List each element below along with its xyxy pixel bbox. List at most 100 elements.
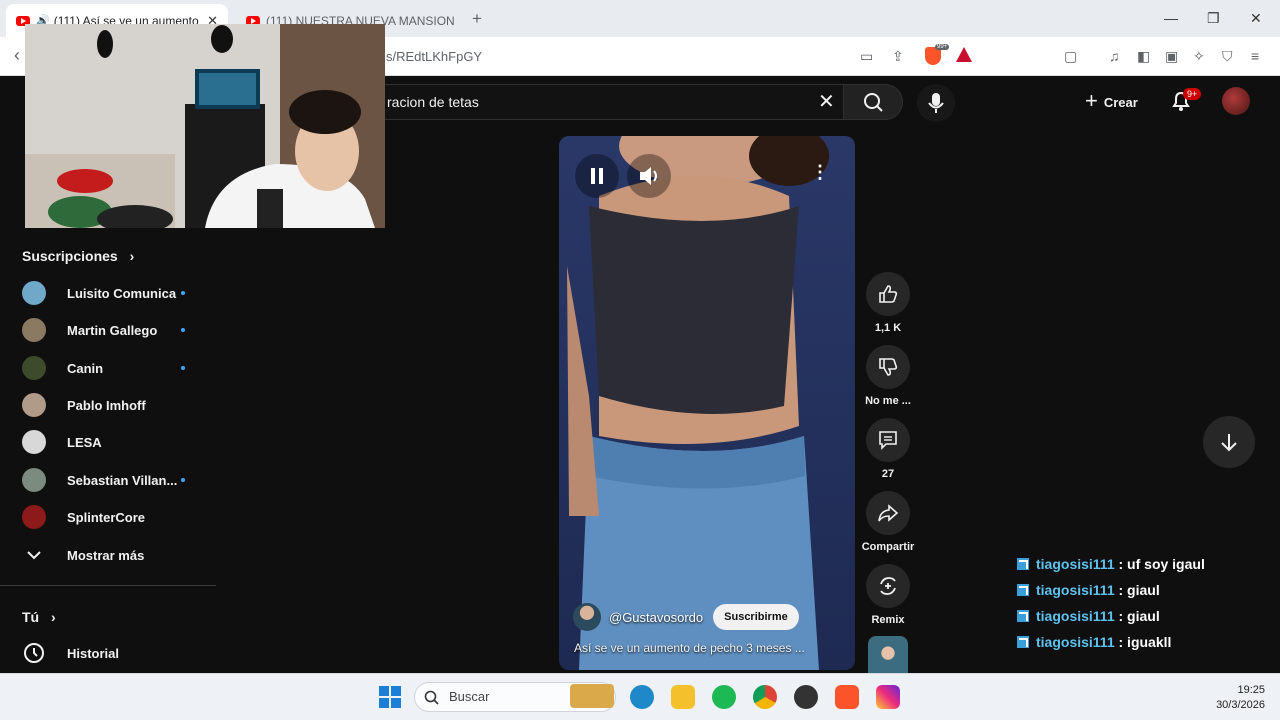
show-more-button[interactable]: Mostrar más (0, 537, 216, 573)
clear-search-icon[interactable]: ✕ (818, 89, 835, 114)
leo-ai-icon[interactable]: ✧ (1193, 48, 1205, 65)
chat-text: : giaul (1114, 582, 1160, 598)
chevron-right-icon: › (51, 609, 56, 625)
remix-button[interactable] (866, 564, 910, 608)
obs-icon[interactable] (794, 685, 818, 709)
kick-badge-icon (1017, 636, 1029, 648)
sidebar-item-canin[interactable]: Canin (0, 350, 216, 386)
chat-username: tiagosisi111 (1036, 608, 1115, 624)
like-button[interactable] (866, 272, 910, 316)
menu-icon[interactable]: ≡ (1251, 48, 1259, 64)
cast-icon[interactable]: ▭ (860, 48, 873, 65)
search-highlight-icon[interactable] (570, 684, 614, 708)
search-icon (864, 93, 883, 112)
sidebar-item-luisito-comunica[interactable]: Luisito Comunica (0, 275, 216, 311)
sidebar-item-label: Martin Gallego (67, 322, 158, 338)
vpn-shield-icon[interactable]: ⛉ (1222, 48, 1233, 65)
arrow-down-icon (1221, 434, 1237, 452)
new-tab-icon[interactable]: + (472, 9, 482, 29)
show-more-label: Mostrar más (67, 547, 145, 563)
sidebar-item-sebastian-villan[interactable]: Sebastian Villan... (0, 462, 216, 498)
windows-start-icon[interactable] (379, 686, 401, 708)
minimize-icon[interactable]: — (1164, 10, 1178, 26)
sidebar-item-label: Luisito Comunica (67, 285, 177, 301)
chrome-icon[interactable] (753, 685, 777, 709)
back-arrow-icon[interactable]: ‹ (14, 45, 20, 66)
channel-avatar[interactable] (573, 603, 601, 631)
streamer-webcam-overlay (25, 24, 385, 228)
subscriptions-heading-label: Suscripciones (22, 248, 118, 264)
volume-button[interactable] (627, 154, 671, 198)
kick-badge-icon (1017, 584, 1029, 596)
new-content-dot (181, 291, 185, 295)
kick-badge-icon (1017, 610, 1029, 622)
share-icon[interactable]: ⇪ (892, 48, 904, 65)
channel-row: @Gustavosordo Suscribirme (573, 602, 799, 632)
create-button[interactable]: + Crear (1073, 86, 1150, 118)
you-heading[interactable]: Tú › (22, 609, 56, 625)
pause-icon (591, 168, 603, 184)
create-label: Crear (1103, 94, 1138, 110)
media-icon[interactable]: ♫ (1109, 48, 1120, 64)
sidebar-item-martin-gallego[interactable]: Martin Gallego (0, 312, 216, 348)
chat-message: tiagosisi111 : iguakll (1017, 629, 1277, 655)
subscriptions-heading[interactable]: Suscripciones › (22, 248, 134, 264)
chat-message: tiagosisi111 : giaul (1017, 577, 1277, 603)
sound-thumbnail[interactable] (868, 636, 908, 674)
channel-avatar (22, 393, 46, 417)
comment-count: 27 (881, 468, 895, 480)
brave-rewards-icon[interactable] (956, 47, 972, 62)
next-short-button[interactable] (1203, 416, 1255, 468)
clock-date: 30/3/2026 (1216, 699, 1265, 711)
new-content-dot (181, 478, 185, 482)
mic-icon (928, 93, 944, 113)
comments-button[interactable] (866, 418, 910, 462)
spotify-icon[interactable] (712, 685, 736, 709)
share-arrow-icon (878, 504, 899, 522)
dislike-button[interactable] (866, 345, 910, 389)
sidebar-icon[interactable]: ◧ (1137, 48, 1150, 65)
chat-username: tiagosisi111 (1036, 582, 1115, 598)
sidebar-item-pablo-imhoff[interactable]: Pablo Imhoff (0, 387, 216, 423)
window-close-icon[interactable]: ✕ (1250, 10, 1262, 27)
edge-icon[interactable] (630, 685, 654, 709)
channel-name[interactable]: @Gustavosordo (609, 610, 703, 625)
history-icon (24, 643, 44, 663)
subscribe-button[interactable]: Suscribirme (713, 604, 799, 630)
sidebar-item-label: Sebastian Villan... (67, 472, 178, 488)
channel-avatar (22, 281, 46, 305)
search-input[interactable]: racion de tetas (380, 84, 843, 120)
voice-search-button[interactable] (917, 84, 955, 122)
short-video-player[interactable]: ⋮ @Gustavosordo Suscribirme Así se ve un… (559, 136, 855, 670)
channel-avatar (22, 505, 46, 529)
comment-icon (879, 431, 897, 450)
sidebar-item-splintercore[interactable]: SplinterCore (0, 499, 216, 535)
wallet-icon[interactable]: ▣ (1165, 48, 1178, 65)
sidebar-item-label: LESA (67, 434, 102, 450)
search-button[interactable] (843, 84, 903, 120)
webcam-image (25, 24, 385, 228)
share-button[interactable] (866, 491, 910, 535)
sidebar-item-lesa[interactable]: LESA (0, 424, 216, 460)
more-options-icon[interactable]: ⋮ (811, 162, 829, 183)
sidebar-item-history[interactable]: Historial (0, 635, 216, 671)
sidebar-item-label: Pablo Imhoff (67, 397, 146, 413)
brave-icon[interactable] (835, 685, 859, 709)
volume-icon (640, 167, 657, 185)
chevron-right-icon: › (129, 248, 135, 264)
file-explorer-icon[interactable] (671, 685, 695, 709)
chat-username: tiagosisi111 (1036, 634, 1115, 650)
chevron-down-icon (27, 551, 41, 560)
share-label: Compartir (861, 541, 915, 553)
restore-icon[interactable]: ❐ (1207, 10, 1220, 27)
account-avatar[interactable] (1222, 87, 1250, 115)
reader-icon[interactable]: ▢ (1064, 48, 1077, 65)
dislike-label: No me ... (865, 395, 911, 407)
chat-username: tiagosisi111 (1036, 556, 1115, 572)
instagram-icon[interactable] (876, 685, 900, 709)
taskbar-clock[interactable]: 19:25 30/3/2026 (1195, 683, 1265, 713)
short-title[interactable]: Así se ve un aumento de pecho 3 meses ..… (574, 641, 805, 655)
sidebar-item-label: Historial (67, 645, 120, 661)
pause-button[interactable] (575, 154, 619, 198)
thumbs-down-icon (879, 358, 898, 376)
